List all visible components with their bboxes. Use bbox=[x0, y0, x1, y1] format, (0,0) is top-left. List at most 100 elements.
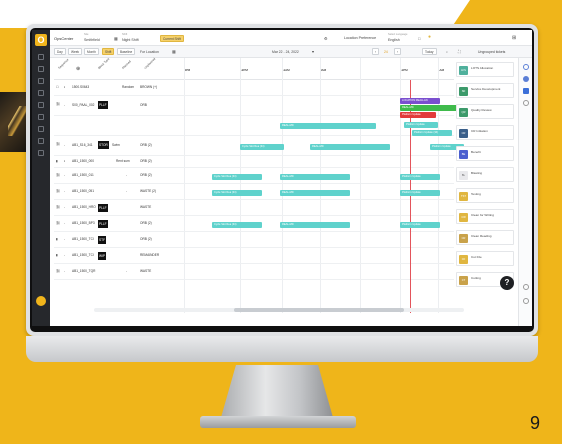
horizontal-scrollbar[interactable] bbox=[94, 308, 464, 312]
task-bar[interactable]: Cycle Slot Rea (34) bbox=[212, 174, 262, 180]
view-month-button[interactable]: Month bbox=[84, 48, 99, 55]
chevron-down-icon[interactable]: ▾ bbox=[312, 49, 314, 54]
gear-icon[interactable]: ⚙ bbox=[324, 36, 328, 41]
legend-item[interactable]: LFS LOTS Allocation bbox=[456, 62, 514, 77]
task-bar[interactable]: Platform Update bbox=[400, 190, 440, 196]
task-bar[interactable]: LOCATION REALLAN bbox=[400, 98, 440, 104]
shift-select[interactable]: Night Shift bbox=[122, 38, 139, 42]
chart-icon[interactable] bbox=[38, 90, 44, 96]
list-icon[interactable] bbox=[38, 66, 44, 72]
view-baseline-button[interactable]: Baseline bbox=[117, 48, 136, 55]
folder-icon[interactable] bbox=[38, 102, 44, 108]
row-id: AB1_1500_TCI bbox=[72, 237, 94, 241]
calendar-icon[interactable] bbox=[38, 78, 44, 84]
site-select[interactable]: Smithfield bbox=[84, 38, 100, 42]
task-bar[interactable]: Platform Update (34) bbox=[412, 130, 452, 136]
for-location-label: For Location bbox=[140, 50, 159, 54]
view-day-button[interactable]: Day bbox=[54, 48, 66, 55]
settings-icon[interactable] bbox=[523, 298, 529, 304]
task-bar[interactable]: Platform Update bbox=[400, 222, 440, 228]
location-preference[interactable]: Location Preference bbox=[344, 36, 376, 40]
task-bar[interactable]: REAL-MD bbox=[280, 174, 350, 180]
task-bar[interactable]: Cycle Slot Rea (34) bbox=[240, 144, 284, 150]
task-bar[interactable]: Platform Update bbox=[400, 112, 436, 118]
table-row[interactable] bbox=[54, 116, 454, 136]
view-week-button[interactable]: Week bbox=[68, 48, 83, 55]
link-icon[interactable]: ⛓ bbox=[56, 269, 60, 273]
legend-item[interactable]: SD Service Development bbox=[456, 83, 514, 98]
table-row[interactable]: ▮ - AB1_1500_TCI STF ORB (2) bbox=[54, 232, 454, 248]
task-bar[interactable]: REAL-MD bbox=[310, 144, 390, 150]
today-button[interactable]: Today bbox=[422, 48, 437, 55]
current-shift-button[interactable]: Current Shift bbox=[160, 35, 184, 42]
expand-icon[interactable]: ⊞ bbox=[512, 35, 516, 41]
pin-icon[interactable]: ▪ bbox=[64, 159, 65, 163]
app-logo[interactable]: O bbox=[35, 34, 47, 46]
user-avatar[interactable] bbox=[36, 296, 46, 306]
window-icon[interactable]: □ bbox=[418, 36, 420, 41]
home-icon[interactable] bbox=[38, 54, 44, 60]
legend-item[interactable]: CR Clean Reading bbox=[456, 230, 514, 245]
language-select[interactable]: English bbox=[388, 38, 400, 42]
legend-label: Benefit bbox=[471, 150, 481, 154]
row-type: - bbox=[126, 173, 128, 177]
filter-icon[interactable]: ⌕ bbox=[446, 50, 448, 54]
link-icon[interactable]: ⛓ bbox=[56, 221, 60, 225]
legend-item[interactable]: BE Benefit bbox=[456, 146, 514, 161]
prev-button[interactable]: ‹ bbox=[372, 48, 380, 55]
task-bar[interactable]: Cycle Slot Rea (34) bbox=[212, 222, 262, 228]
date-range[interactable]: Mar 22 - 24, 2022 bbox=[272, 50, 299, 54]
plus-icon[interactable] bbox=[523, 100, 529, 106]
table-row[interactable]: ☐ ▪ 1500.S0643 Random BROWN (+) bbox=[54, 80, 454, 96]
add-icon[interactable]: ⊕ bbox=[76, 66, 80, 72]
link-icon[interactable]: ⛓ bbox=[56, 142, 60, 146]
lock-icon[interactable]: ▮ bbox=[56, 159, 58, 163]
page-number: 9 bbox=[529, 413, 540, 433]
users-icon[interactable] bbox=[38, 114, 44, 120]
row-checkbox[interactable]: ☐ bbox=[56, 85, 59, 89]
task-bar[interactable]: Platform Update bbox=[404, 122, 438, 128]
task-bar[interactable]: Cycle Slot Rea (34) bbox=[212, 190, 262, 196]
zoom-value[interactable]: 24 bbox=[384, 50, 388, 54]
legend-item[interactable]: CF Cut File bbox=[456, 251, 514, 266]
search-icon[interactable] bbox=[523, 64, 529, 70]
link-icon[interactable]: ⛓ bbox=[56, 102, 60, 106]
info-icon[interactable] bbox=[523, 76, 529, 82]
table-row[interactable]: ▮ - AB1_1500_TCI WIP REMAINDER bbox=[54, 248, 454, 264]
grid-icon[interactable]: ▦ bbox=[172, 49, 176, 54]
legend-item[interactable]: TST Testing bbox=[456, 188, 514, 203]
task-bar[interactable]: REAL-MD bbox=[280, 190, 350, 196]
bell-icon[interactable]: ● bbox=[428, 34, 431, 40]
ungrouped-label: Ungrouped tickets bbox=[478, 50, 506, 54]
table-row[interactable]: ⛓ - AB1_1500_TQR - WASTE bbox=[54, 264, 454, 280]
layers-icon[interactable] bbox=[523, 88, 529, 94]
fullscreen-icon[interactable]: ⛶ bbox=[458, 49, 461, 54]
settings-icon[interactable] bbox=[38, 138, 44, 144]
legend-item[interactable]: CW Clean for Writing bbox=[456, 209, 514, 224]
pin-icon[interactable]: ▪ bbox=[64, 85, 65, 89]
row-dash: - bbox=[64, 173, 66, 177]
view-shift-button[interactable]: Shift bbox=[102, 48, 115, 55]
help-button[interactable]: ? bbox=[500, 276, 514, 290]
status-tag: PLLF bbox=[98, 220, 108, 228]
next-button[interactable]: › bbox=[394, 48, 402, 55]
table-row[interactable]: ▮ ▪ AB1_1500_000 Rent sum ORB (2) bbox=[54, 156, 454, 168]
box-icon[interactable] bbox=[38, 126, 44, 132]
table-row[interactable]: ⛓ - AB1_1500_HRO PLLF WASTE bbox=[54, 200, 454, 216]
task-bar[interactable]: REAL-MD bbox=[280, 222, 350, 228]
link-icon[interactable]: ⛓ bbox=[56, 173, 60, 177]
task-bar[interactable]: Platform Update bbox=[400, 174, 440, 180]
link-icon[interactable]: ⛓ bbox=[56, 189, 60, 193]
row-id: 1500.S0643 bbox=[72, 85, 90, 89]
legend-item[interactable]: QR Quality Review bbox=[456, 104, 514, 119]
report-icon[interactable] bbox=[38, 150, 44, 156]
refresh-icon[interactable] bbox=[523, 284, 529, 290]
lock-icon[interactable]: ▮ bbox=[56, 253, 58, 257]
legend-item[interactable]: BL Blasting bbox=[456, 167, 514, 182]
lock-icon[interactable]: ▮ bbox=[56, 237, 58, 241]
table-row[interactable]: ⛓ - S00_PAAL_002 PLLF ORB bbox=[54, 96, 454, 116]
legend-item[interactable]: CR CR Initiation bbox=[456, 125, 514, 140]
link-icon[interactable]: ⛓ bbox=[56, 205, 60, 209]
row-value: BROWN (+) bbox=[140, 85, 158, 89]
task-bar[interactable]: REAL-MD bbox=[280, 123, 376, 129]
